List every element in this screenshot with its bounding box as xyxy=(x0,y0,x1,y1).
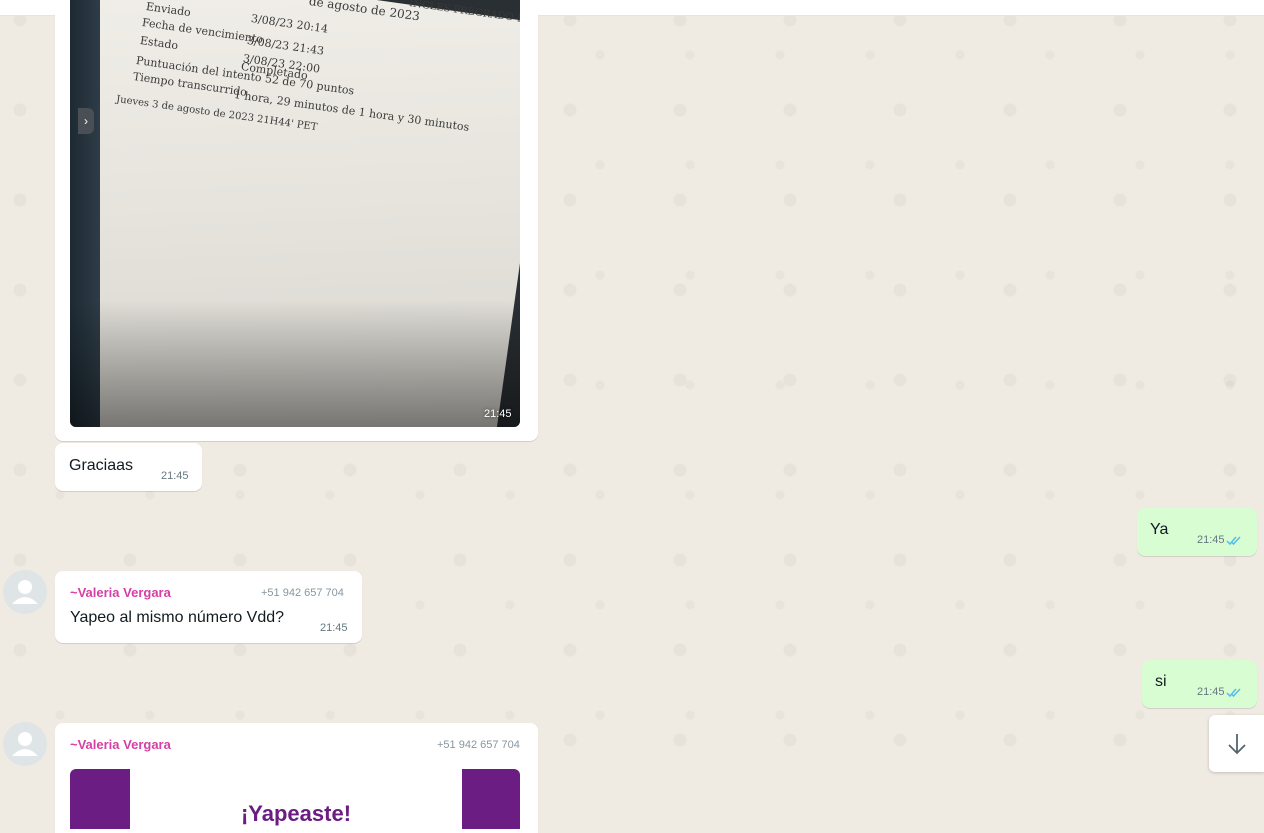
message-timestamp: 21:45 xyxy=(1197,534,1225,546)
photo-timestamp: 21:45 xyxy=(484,408,512,420)
scroll-to-bottom-button[interactable] xyxy=(1209,715,1264,772)
outgoing-message-bubble[interactable]: Ya 21:45 xyxy=(1137,508,1257,556)
sender-phone: +51 942 657 704 xyxy=(261,587,344,599)
message-text: Graciaas xyxy=(69,457,134,474)
double-check-icon xyxy=(1226,536,1241,546)
sender-name[interactable]: ~Valeria Vergara xyxy=(70,585,171,600)
message-timestamp: 21:45 xyxy=(161,470,189,482)
arrow-down-icon xyxy=(1228,734,1246,755)
double-check-icon xyxy=(1226,688,1241,698)
message-text: Ya xyxy=(1150,521,1169,538)
outgoing-message-bubble[interactable]: si 21:45 xyxy=(1142,660,1257,708)
default-user-icon xyxy=(12,732,38,756)
photo-chevron-icon: › xyxy=(78,108,94,134)
avatar[interactable] xyxy=(3,570,47,614)
incoming-message-bubble[interactable]: Graciaas 21:45 xyxy=(55,443,202,491)
incoming-message-bubble[interactable]: ~Valeria Vergara +51 942 657 704 Yapeo a… xyxy=(55,571,362,643)
photo-vignette xyxy=(70,300,520,427)
incoming-image-bubble[interactable]: ~Valeria Vergara +51 942 657 704 ¡Yapeas… xyxy=(55,723,538,833)
default-user-icon xyxy=(12,580,38,604)
sender-phone: +51 942 657 704 xyxy=(437,739,520,751)
yape-receipt-title: ¡Yapeaste! xyxy=(240,801,352,826)
message-timestamp: 21:45 xyxy=(1197,686,1225,698)
sender-name[interactable]: ~Valeria Vergara xyxy=(70,737,171,752)
message-text: Yapeo al mismo número Vdd? xyxy=(70,609,285,626)
photo-message-bubble[interactable]: › de agosto de 2023 INGLES PREGRADO-EPE … xyxy=(55,0,538,441)
yape-receipt-image[interactable]: ¡Yapeaste! xyxy=(70,769,520,829)
message-timestamp: 21:45 xyxy=(320,622,348,634)
message-text: si xyxy=(1155,673,1167,690)
avatar[interactable] xyxy=(3,722,47,766)
photo-attachment[interactable]: › de agosto de 2023 INGLES PREGRADO-EPE … xyxy=(70,0,520,427)
yape-receipt-card: ¡Yapeaste! xyxy=(130,769,462,829)
